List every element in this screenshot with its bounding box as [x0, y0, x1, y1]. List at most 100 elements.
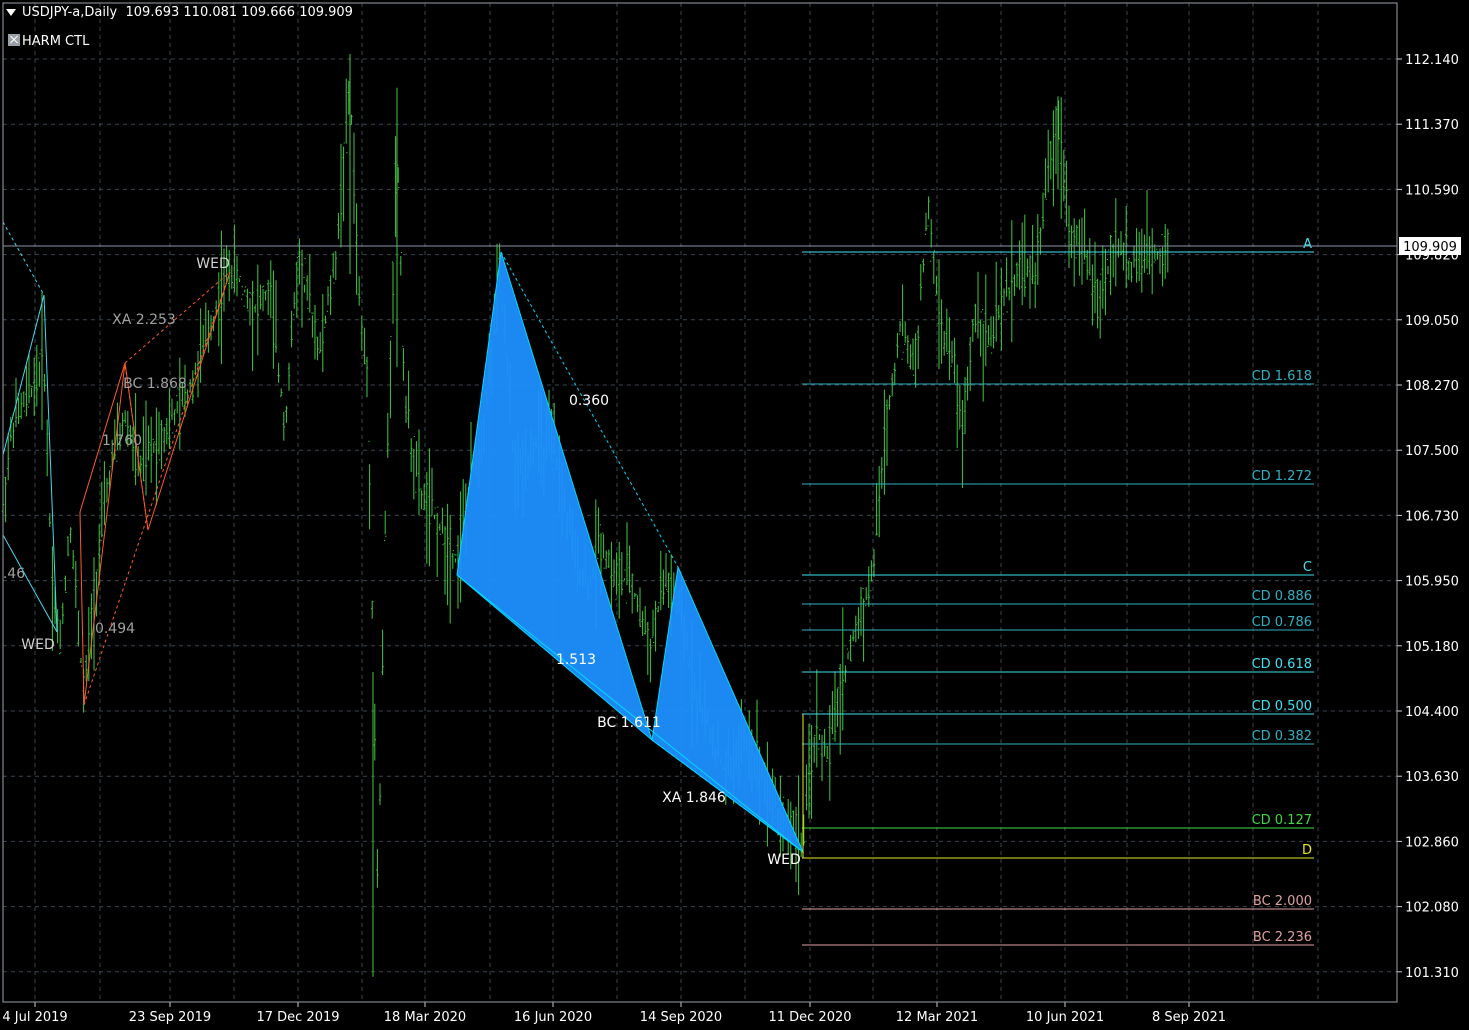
price-bar — [147, 425, 150, 461]
price-bar — [1096, 278, 1099, 329]
level-label: CD 0.382 — [1252, 729, 1312, 744]
annotation-wed-top: WED — [196, 256, 229, 272]
chevron-down-icon[interactable] — [6, 9, 16, 16]
price-bar — [61, 602, 64, 625]
price-bar — [989, 316, 993, 354]
price-bar — [662, 569, 665, 605]
annotation-r-1760: 1.760 — [102, 433, 142, 449]
price-bar — [430, 467, 434, 517]
price-bar — [152, 438, 155, 453]
price-bar — [1138, 231, 1141, 282]
price-bar — [436, 506, 439, 577]
price-bar — [303, 257, 306, 293]
price-bar — [919, 264, 922, 301]
price-tick-label: 101.310 — [1405, 966, 1459, 981]
price-bar — [204, 302, 207, 346]
price-bar — [878, 465, 881, 538]
price-bar — [1158, 245, 1162, 274]
price-bar — [667, 572, 670, 608]
price-bar — [1127, 258, 1130, 280]
price-bar — [207, 310, 210, 353]
price-bar — [79, 658, 83, 667]
price-bar — [386, 413, 389, 458]
level-label: CD 0.500 — [1252, 699, 1312, 714]
price-bar — [30, 385, 33, 398]
price-bar — [976, 271, 980, 339]
price-bar — [961, 400, 964, 489]
price-bar — [995, 261, 998, 342]
price-bar — [1036, 214, 1039, 285]
current-price-label: 109.909 — [1403, 240, 1457, 255]
price-bar — [415, 441, 418, 493]
price-bar — [1047, 129, 1050, 193]
price-bar — [982, 309, 985, 402]
price-bar — [917, 325, 920, 370]
annotation-wed-bottom: WED — [767, 852, 800, 868]
price-bar — [1044, 158, 1047, 200]
level-label: CD 1.618 — [1252, 369, 1312, 384]
chart-grid — [3, 3, 1397, 1002]
indicator-icon[interactable] — [8, 34, 20, 46]
price-bar — [615, 552, 618, 601]
price-bar — [274, 280, 278, 353]
price-tick-label: 105.950 — [1405, 575, 1459, 590]
annotation-bc-1868: BC 1.868 — [123, 376, 187, 392]
price-bar — [345, 78, 348, 154]
price-bar — [1114, 198, 1117, 287]
price-bar — [412, 436, 415, 500]
price-bar — [326, 286, 330, 312]
price-bar — [1132, 246, 1136, 268]
price-bar — [451, 550, 454, 569]
price-bar — [896, 332, 899, 358]
price-bar — [883, 389, 886, 495]
price-bar — [909, 344, 912, 370]
price-chart[interactable]: A CD 1.618 CD 1.272 C CD 0.886 CD 0.786 CD 0.6… — [0, 0, 1469, 1030]
price-bar — [332, 252, 335, 284]
level-line: BC 2.236 — [802, 930, 1314, 946]
chart-header[interactable]: USDJPY-a,Daily 109.693 110.081 109.666 1… — [6, 5, 353, 20]
price-bar — [979, 311, 982, 357]
time-tick-label: 17 Dec 2019 — [256, 1010, 339, 1025]
price-bar — [1099, 273, 1102, 339]
price-bar — [992, 316, 995, 349]
price-bar — [40, 291, 44, 431]
price-bar — [254, 304, 257, 313]
indicator-label[interactable]: HARM CTL — [8, 34, 89, 49]
price-bar — [293, 291, 296, 316]
price-bar — [300, 249, 304, 328]
price-bar — [898, 320, 902, 335]
price-bar — [350, 114, 353, 126]
price-bar — [311, 312, 314, 338]
price-bar — [1148, 236, 1151, 275]
price-bar — [1091, 264, 1094, 326]
price-bar — [7, 433, 10, 481]
symbol-timeframe: USDJPY-a,Daily — [22, 5, 118, 20]
price-bar — [334, 251, 337, 281]
price-bar — [420, 488, 423, 510]
price-bar — [605, 550, 608, 569]
price-bar — [836, 687, 839, 727]
price-bar — [831, 690, 834, 740]
price-bar — [602, 532, 605, 569]
price-bar — [1145, 190, 1149, 275]
price-bar — [1104, 248, 1107, 316]
time-tick-label: 16 Jun 2020 — [514, 1010, 592, 1025]
price-bar — [1153, 244, 1156, 263]
price-bar — [261, 285, 265, 312]
price-bar — [862, 588, 865, 662]
annotation-bc-1611: BC 1.611 — [597, 715, 661, 731]
annotation-r-46: .46 — [3, 566, 25, 582]
time-tick-label: 10 Jun 2021 — [1026, 1010, 1104, 1025]
price-tick-label: 108.270 — [1405, 379, 1459, 394]
old-pattern-cyan — [2, 294, 45, 456]
price-bar — [654, 600, 657, 652]
price-bar — [306, 275, 309, 309]
price-bar — [235, 255, 239, 297]
price-bar — [893, 362, 896, 386]
price-bar — [321, 294, 324, 373]
price-bar — [342, 142, 345, 222]
price-bar — [854, 615, 857, 643]
level-line: CD 0.500 — [802, 699, 1314, 715]
indicator-name: HARM CTL — [22, 34, 90, 49]
price-bar — [425, 472, 428, 564]
